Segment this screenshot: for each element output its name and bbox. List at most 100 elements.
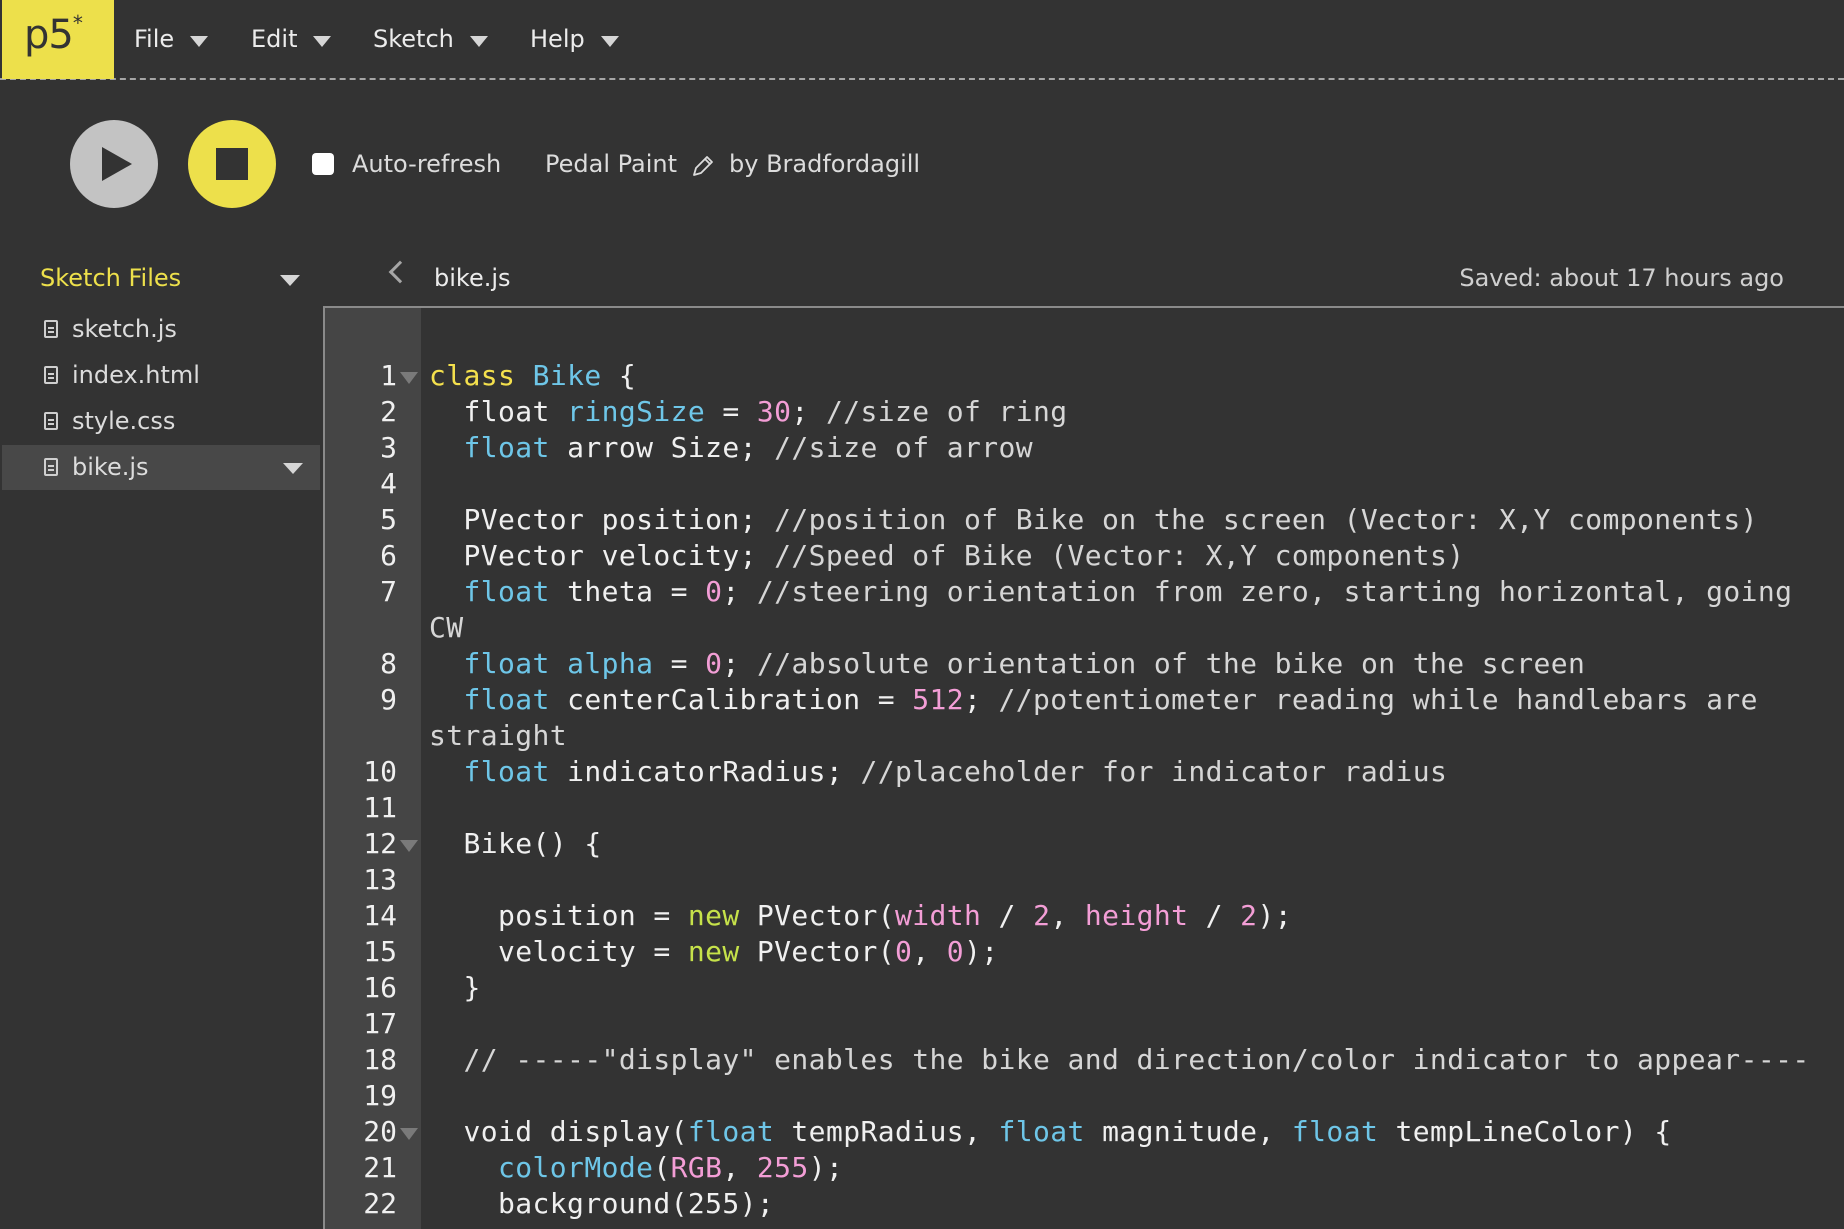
code-token: //placeholder for indicator radius bbox=[860, 755, 1448, 788]
code-line[interactable]: 14 position = new PVector(width / 2, hei… bbox=[325, 898, 1844, 934]
code-line[interactable]: 18 // -----"display" enables the bike an… bbox=[325, 1042, 1844, 1078]
code-text: // -----"display" enables the bike and d… bbox=[429, 1042, 1844, 1078]
code-line[interactable]: 9 float centerCalibration = 512; //poten… bbox=[325, 682, 1844, 754]
code-token: float bbox=[687, 1115, 775, 1148]
code-token: theta = bbox=[549, 575, 706, 608]
logo-mark: * bbox=[72, 10, 83, 35]
file-item-style-css[interactable]: style.css bbox=[2, 399, 320, 444]
code-text: ​ bbox=[429, 790, 1844, 826]
code-line[interactable]: 11 ​ bbox=[325, 790, 1844, 826]
line-number: 12 bbox=[363, 827, 397, 860]
stop-button[interactable] bbox=[188, 120, 276, 208]
code-text: float ringSize = 30; //size of ring bbox=[429, 394, 1844, 430]
line-number: 11 bbox=[363, 791, 397, 824]
code-text: Bike() { bbox=[429, 826, 1844, 862]
code-line[interactable]: 15 velocity = new PVector(0, 0); bbox=[325, 934, 1844, 970]
code-text: ​ bbox=[429, 466, 1844, 502]
code-token: background(255); bbox=[429, 1187, 775, 1220]
code-token: 0 bbox=[705, 647, 723, 680]
chevron-down-icon[interactable] bbox=[280, 275, 300, 286]
code-line[interactable]: 1 class Bike { bbox=[325, 358, 1844, 394]
code-line[interactable]: 6 PVector velocity; //Speed of Bike (Vec… bbox=[325, 538, 1844, 574]
pencil-icon[interactable] bbox=[690, 153, 716, 179]
code-line[interactable]: 19 ​ bbox=[325, 1078, 1844, 1114]
code-line[interactable]: 16 } bbox=[325, 970, 1844, 1006]
code-line[interactable]: 21 colorMode(RGB, 255); bbox=[325, 1150, 1844, 1186]
code-token: //size of arrow bbox=[774, 431, 1034, 464]
file-name: index.html bbox=[72, 361, 200, 389]
code-editor[interactable]: 1 class Bike {2 float ringSize = 30; //si… bbox=[323, 306, 1844, 1229]
code-token: float bbox=[998, 1115, 1085, 1148]
line-number: 13 bbox=[363, 863, 397, 896]
collapse-sidebar-icon[interactable] bbox=[388, 260, 412, 284]
menu-file[interactable]: File bbox=[134, 0, 209, 78]
sketch-name[interactable]: Pedal Paint bbox=[545, 150, 677, 178]
code-line[interactable]: 13 ​ bbox=[325, 862, 1844, 898]
logo-text: p5 bbox=[24, 12, 74, 58]
code-token: // -----"display" enables the bike and d… bbox=[463, 1043, 1810, 1076]
line-number: 14 bbox=[363, 899, 397, 932]
code-text: float alpha = 0; //absolute orientation … bbox=[429, 646, 1844, 682]
code-text: float indicatorRadius; //placeholder for… bbox=[429, 754, 1844, 790]
auto-refresh-label[interactable]: Auto-refresh bbox=[352, 150, 501, 178]
line-number: 9 bbox=[380, 683, 397, 716]
auto-refresh-checkbox[interactable] bbox=[312, 153, 334, 175]
code-line[interactable]: 3 float arrow Size; //size of arrow bbox=[325, 430, 1844, 466]
code-text: velocity = new PVector(0, 0); bbox=[429, 934, 1844, 970]
code-line[interactable]: 2 float ringSize = 30; //size of ring bbox=[325, 394, 1844, 430]
code-token: 255 bbox=[756, 1151, 809, 1184]
code-text: PVector position; //position of Bike on … bbox=[429, 502, 1844, 538]
file-item-bike-js[interactable]: bike.js bbox=[2, 445, 320, 490]
menu-edit[interactable]: Edit bbox=[251, 0, 332, 78]
fold-arrow-icon[interactable] bbox=[400, 372, 418, 384]
sketch-owner[interactable]: by Bradfordagill bbox=[729, 150, 920, 178]
editor-filename: bike.js bbox=[434, 264, 511, 292]
code-line[interactable]: 17 ​ bbox=[325, 1006, 1844, 1042]
sidebar-title: Sketch Files bbox=[40, 264, 182, 292]
code-text: colorMode(RGB, 255); bbox=[429, 1150, 1844, 1186]
file-name: sketch.js bbox=[72, 315, 177, 343]
fold-arrow-icon[interactable] bbox=[400, 1128, 418, 1140]
code-token: = bbox=[705, 395, 757, 428]
code-line[interactable]: 12 Bike() { bbox=[325, 826, 1844, 862]
code-line[interactable]: 22 background(255); bbox=[325, 1186, 1844, 1222]
code-token: //position of Bike on the screen (Vector… bbox=[774, 503, 1758, 536]
code-token: ); bbox=[964, 935, 999, 968]
code-token: position = bbox=[429, 899, 688, 932]
p5-logo[interactable]: p5* bbox=[2, 0, 114, 79]
line-number: 15 bbox=[363, 935, 397, 968]
code-text: float centerCalibration = 512; //potenti… bbox=[429, 682, 1844, 754]
line-number: 10 bbox=[363, 755, 397, 788]
code-line[interactable]: 7 float theta = 0; //steering orientatio… bbox=[325, 574, 1844, 646]
menu-sketch[interactable]: Sketch bbox=[373, 0, 488, 78]
play-button[interactable] bbox=[70, 120, 158, 208]
code-line[interactable]: 4​ bbox=[325, 466, 1844, 502]
code-token: } bbox=[429, 971, 481, 1004]
code-line[interactable]: 8 float alpha = 0; //absolute orientatio… bbox=[325, 646, 1844, 682]
code-text: ​ bbox=[429, 862, 1844, 898]
code-token: 30 bbox=[756, 395, 792, 428]
code-token: = bbox=[653, 647, 706, 680]
code-token: PVector position; bbox=[429, 503, 775, 536]
file-item-sketch-js[interactable]: sketch.js bbox=[2, 307, 320, 352]
code-token: //absolute orientation of the bike on th… bbox=[756, 647, 1586, 680]
fold-arrow-icon[interactable] bbox=[400, 840, 418, 852]
code-token: ; bbox=[791, 395, 826, 428]
line-number: 20 bbox=[363, 1115, 397, 1148]
code-token: float bbox=[429, 395, 568, 428]
code-token: 0 bbox=[894, 935, 913, 968]
code-token: float bbox=[1291, 1115, 1379, 1148]
code-token: width bbox=[894, 899, 982, 932]
menu-help[interactable]: Help bbox=[530, 0, 619, 78]
code-line[interactable]: 5 PVector position; //position of Bike o… bbox=[325, 502, 1844, 538]
code-line[interactable]: 20 void display(float tempRadius, float … bbox=[325, 1114, 1844, 1150]
line-number: 16 bbox=[363, 971, 397, 1004]
file-item-index-html[interactable]: index.html bbox=[2, 353, 320, 398]
chevron-down-icon[interactable] bbox=[283, 463, 303, 474]
file-name: style.css bbox=[72, 407, 176, 435]
code-line[interactable]: 10 float indicatorRadius; //placeholder … bbox=[325, 754, 1844, 790]
